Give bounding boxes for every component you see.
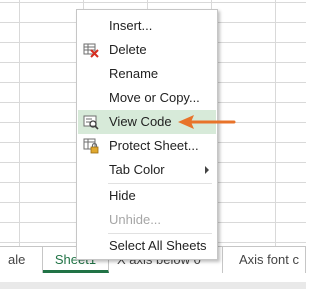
menu-item-rename[interactable]: Rename bbox=[78, 62, 216, 86]
menu-item-unhide: Unhide... bbox=[78, 208, 216, 232]
view-code-icon bbox=[83, 114, 99, 130]
menu-item-label: Delete bbox=[109, 42, 147, 57]
menu-item-protect-sheet[interactable]: Protect Sheet... bbox=[78, 134, 216, 158]
menu-item-tab-color[interactable]: Tab Color bbox=[78, 158, 216, 182]
callout-arrow-icon bbox=[178, 115, 236, 129]
menu-item-label: Insert... bbox=[109, 18, 153, 33]
menu-item-label: Hide bbox=[109, 188, 136, 203]
horizontal-scroll-area bbox=[0, 282, 306, 289]
menu-item-label: Move or Copy... bbox=[109, 90, 200, 105]
sheet-tab-partial-left[interactable]: ale bbox=[0, 247, 43, 273]
menu-item-label: View Code bbox=[109, 114, 172, 129]
submenu-arrow-icon bbox=[205, 166, 209, 174]
menu-item-move-or-copy[interactable]: Move or Copy... bbox=[78, 86, 216, 110]
menu-item-label: Protect Sheet... bbox=[109, 138, 199, 153]
menu-item-label: Rename bbox=[109, 66, 159, 81]
menu-item-insert[interactable]: Insert... bbox=[78, 14, 216, 38]
sheet-context-menu: Insert... Delete Rename Move or Copy... bbox=[76, 9, 218, 260]
menu-item-label: Tab Color bbox=[109, 162, 165, 177]
menu-item-select-all-sheets[interactable]: Select All Sheets bbox=[78, 234, 216, 258]
menu-item-label: Unhide... bbox=[109, 212, 162, 227]
protect-sheet-icon bbox=[83, 138, 99, 154]
sheet-tab-axis-font[interactable]: Axis font c bbox=[223, 247, 306, 273]
menu-item-label: Select All Sheets bbox=[109, 238, 207, 253]
menu-item-hide[interactable]: Hide bbox=[78, 184, 216, 208]
menu-item-delete[interactable]: Delete bbox=[78, 38, 216, 62]
delete-sheet-icon bbox=[83, 42, 99, 58]
